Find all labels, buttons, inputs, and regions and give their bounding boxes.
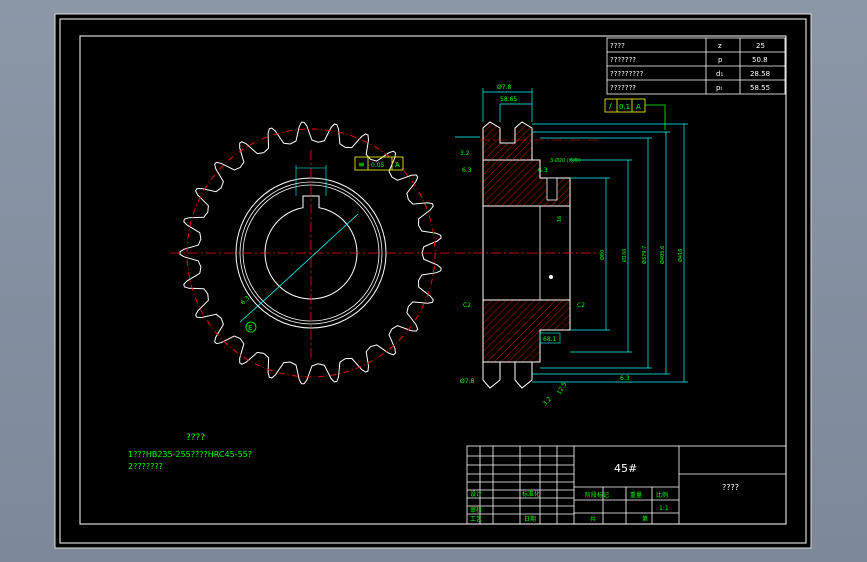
param-symbol-3: d₁ xyxy=(716,70,723,78)
param-value-1: 25 xyxy=(756,42,765,50)
tolerance-left-value: 0.05 xyxy=(371,162,385,169)
cad-drawing: ???? z 25 ??????? p 50.8 ????????? d₁ 28… xyxy=(54,13,812,549)
dim-v-4: Ø405.6 xyxy=(659,246,666,264)
param-symbol-4: pₜ xyxy=(716,84,723,92)
dim-v-3: Ø379.7 xyxy=(641,246,648,264)
notes-heading: ???? xyxy=(186,433,205,443)
notes-line-2: 2??????? xyxy=(128,462,163,471)
dim-v-2: Ø160 xyxy=(621,249,628,262)
material-label: 45# xyxy=(614,462,637,475)
param-name-4: ??????? xyxy=(610,84,636,92)
sheet-total: 共 xyxy=(590,515,596,523)
stage-label: 阶段标记 xyxy=(585,491,609,499)
roughness-top-left: 3.2 xyxy=(460,150,470,157)
dim-key-width: 16 xyxy=(557,216,563,222)
dim-left-top: 58.65 xyxy=(500,96,517,103)
scale-value: 1:1 xyxy=(659,505,669,512)
sheet-number: 第 xyxy=(642,515,648,523)
notes-line-1: 1???HB235-255????HRC45-55? xyxy=(128,450,252,459)
title-label-2: 标准化 xyxy=(522,490,540,498)
dim-v-5: Ø416 xyxy=(677,249,684,262)
param-symbol-2: p xyxy=(718,56,723,64)
dim-left-chamfer: C2 xyxy=(463,302,471,309)
datum-e-label: E xyxy=(248,324,252,332)
dim-keyway: 3-Ø20 (均布) xyxy=(550,157,581,164)
tolerance-left-datum: A xyxy=(395,161,400,169)
tolerance-right-symbol: / xyxy=(609,102,612,111)
param-name-1: ???? xyxy=(610,42,625,50)
section-hole xyxy=(549,275,553,279)
param-value-2: 50.8 xyxy=(752,56,768,64)
roughness-right: 6.3 xyxy=(620,375,630,382)
tolerance-left-symbol: ≡ xyxy=(358,160,365,169)
param-name-3: ????????? xyxy=(610,70,644,78)
dim-right-chamfer: C2 xyxy=(577,302,585,309)
title-label-4: 工艺 xyxy=(470,515,482,523)
title-label-3: 审核 xyxy=(470,506,482,514)
param-value-3: 28.58 xyxy=(750,70,770,78)
param-name-2: ??????? xyxy=(610,56,636,64)
dim-bottom-small: Ø7.8 xyxy=(460,378,474,385)
weight-label: 重量 xyxy=(630,491,642,499)
dim-top: Ø7.8 xyxy=(497,84,511,91)
tolerance-right-datum: A xyxy=(636,103,641,111)
roughness-left: 6.3 xyxy=(462,167,472,174)
param-value-4: 58.55 xyxy=(750,84,770,92)
dim-bore: 68.1 xyxy=(543,336,557,343)
drawing-name: ???? xyxy=(722,483,739,492)
tolerance-right-value: 0.1 xyxy=(619,103,630,111)
title-label-1: 设计 xyxy=(470,490,482,498)
roughness-mid: 6.3 xyxy=(538,167,548,174)
param-symbol-1: z xyxy=(718,42,722,50)
section-keyway xyxy=(546,177,558,201)
dim-v-1: Ø80 xyxy=(599,250,606,260)
title-label-5: 日期 xyxy=(524,515,536,523)
scale-label: 比例 xyxy=(656,491,668,499)
